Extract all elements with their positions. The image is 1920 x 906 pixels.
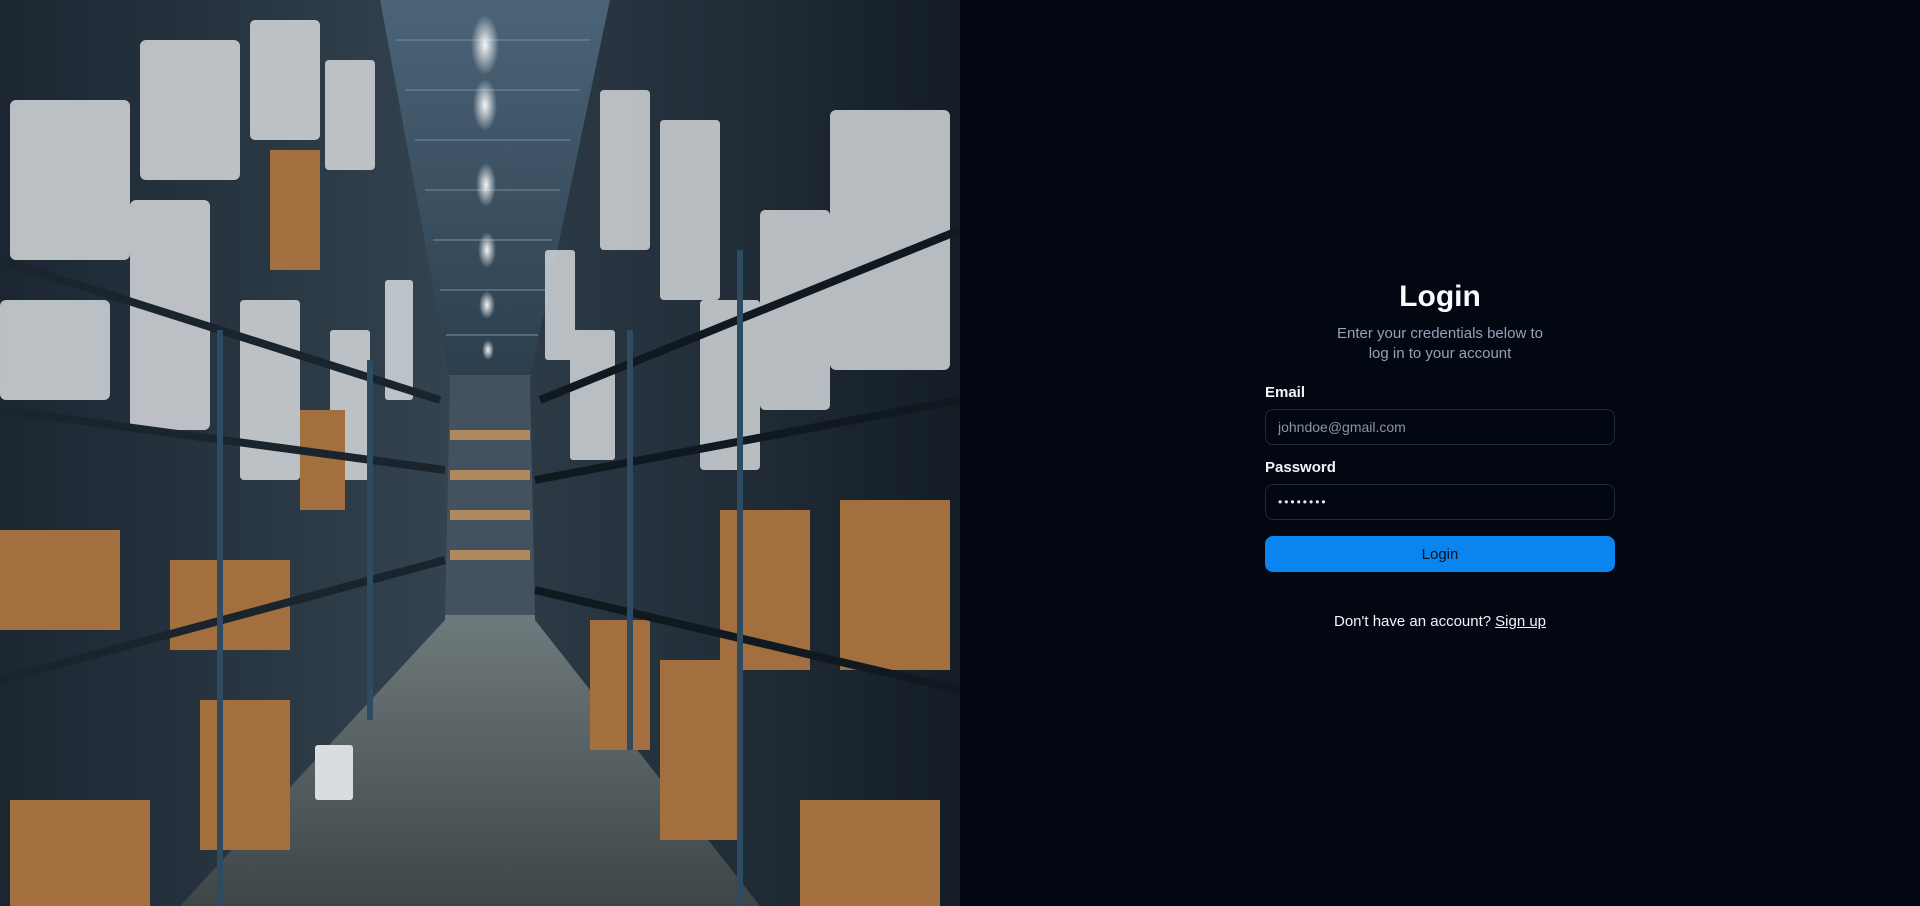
signup-link[interactable]: Sign up bbox=[1495, 613, 1546, 630]
login-button[interactable]: Login bbox=[1265, 536, 1615, 572]
warehouse-hero-image bbox=[0, 0, 960, 906]
password-field-group: Password bbox=[1265, 459, 1615, 520]
password-label: Password bbox=[1265, 459, 1336, 476]
login-form: Login Enter your credentials below to lo… bbox=[1265, 278, 1615, 630]
login-panel: Login Enter your credentials below to lo… bbox=[960, 0, 1920, 906]
email-field-group: Email bbox=[1265, 384, 1615, 445]
password-field[interactable] bbox=[1265, 484, 1615, 520]
login-subtitle: Enter your credentials below to log in t… bbox=[1337, 325, 1543, 362]
page-title: Login bbox=[1399, 280, 1481, 313]
email-field[interactable] bbox=[1265, 409, 1615, 445]
login-page: Login Enter your credentials below to lo… bbox=[0, 0, 1920, 906]
signup-prompt: Don't have an account? bbox=[1333, 613, 1492, 630]
email-label: Email bbox=[1265, 384, 1306, 401]
signup-row: Don't have an account? Sign up bbox=[1265, 613, 1615, 630]
